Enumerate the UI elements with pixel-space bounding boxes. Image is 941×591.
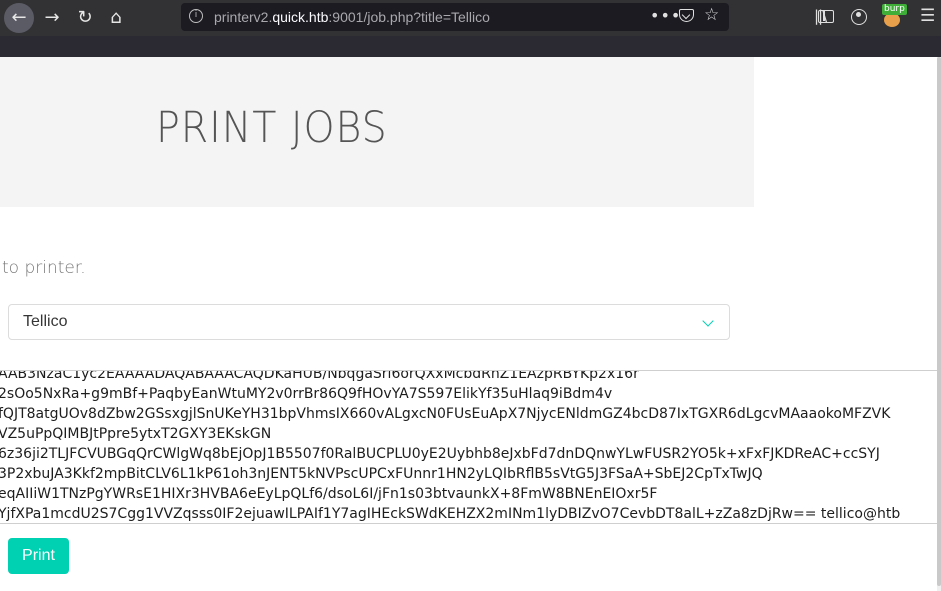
toolbar-bottom-strip bbox=[0, 36, 941, 57]
instruction-text: to printer. bbox=[2, 258, 86, 278]
scrollbar-thumb[interactable] bbox=[937, 57, 941, 586]
hamburger-menu-icon[interactable]: ☰ bbox=[920, 6, 935, 26]
page-actions-ellipsis-icon[interactable]: ••• bbox=[650, 6, 681, 25]
url-prefix: printerv2. bbox=[214, 9, 273, 25]
key-line: VZ5uPpQIMBJtPpre5ytxT2GXY3EKskGN bbox=[0, 426, 272, 442]
url-text[interactable]: printerv2.quick.htb:9001/job.php?title=T… bbox=[214, 9, 490, 25]
home-icon[interactable]: ⌂ bbox=[101, 3, 131, 33]
chevron-down-icon bbox=[702, 315, 714, 327]
reload-icon[interactable]: ↻ bbox=[70, 3, 100, 33]
scrollbar[interactable] bbox=[937, 57, 941, 591]
key-line: 2sOo5NxRa+g9mBf+PaqbyEanWtuMY2v0rrBr86Q9… bbox=[0, 386, 613, 402]
burp-badge: burp bbox=[882, 4, 907, 15]
burp-face-icon bbox=[884, 13, 900, 27]
browser-toolbar: ← → ↻ ⌂ i printerv2.quick.htb:9001/job.p… bbox=[0, 0, 941, 36]
page-title: PRINT JOBS bbox=[156, 103, 388, 153]
account-icon[interactable] bbox=[851, 9, 867, 25]
key-line: YjfXPa1mcdU2S7Cgg1VVZqsss0IF2ejuawILPAIf… bbox=[0, 506, 901, 522]
address-bar[interactable]: i printerv2.quick.htb:9001/job.php?title… bbox=[181, 3, 729, 31]
key-line: AAB3NzaC1yc2EAAAADAQABAAACAQDKaHUB/Nbqga… bbox=[0, 370, 639, 382]
forward-arrow-icon[interactable]: → bbox=[37, 3, 67, 33]
print-button[interactable]: Print bbox=[8, 538, 69, 574]
burp-extension-icon[interactable]: burp bbox=[880, 4, 907, 30]
key-line: 3P2xbuJA3Kkf2mpBitCLV6L1kP61oh3nJENT5kNV… bbox=[0, 466, 763, 482]
sidebar-icon[interactable] bbox=[818, 10, 834, 23]
key-line: eqAIIiW1TNzPgYWRsE1HIXr3HVBA6eEyLpQLf6/d… bbox=[0, 486, 658, 502]
pocket-icon[interactable] bbox=[679, 9, 694, 22]
bookmark-star-icon[interactable]: ☆ bbox=[704, 5, 719, 25]
site-info-icon[interactable]: i bbox=[189, 9, 203, 23]
url-domain: quick.htb bbox=[272, 9, 329, 25]
printer-select-value: Tellico bbox=[23, 313, 68, 330]
key-line: fQJT8atgUOv8dZbw2GSsxgjlSnUKeYH31bpVhmsI… bbox=[0, 406, 891, 422]
printer-select[interactable]: Tellico bbox=[8, 304, 730, 340]
back-arrow-icon[interactable]: ← bbox=[4, 3, 34, 33]
url-path: :9001/job.php?title=Tellico bbox=[328, 9, 490, 25]
job-content-textarea[interactable]: AAB3NzaC1yc2EAAAADAQABAAACAQDKaHUB/Nbqga… bbox=[0, 370, 937, 524]
key-line: 6z36ji2TLJFCVUBGqQrCWlgWq8bEjOpJ1B5507f0… bbox=[0, 446, 880, 462]
